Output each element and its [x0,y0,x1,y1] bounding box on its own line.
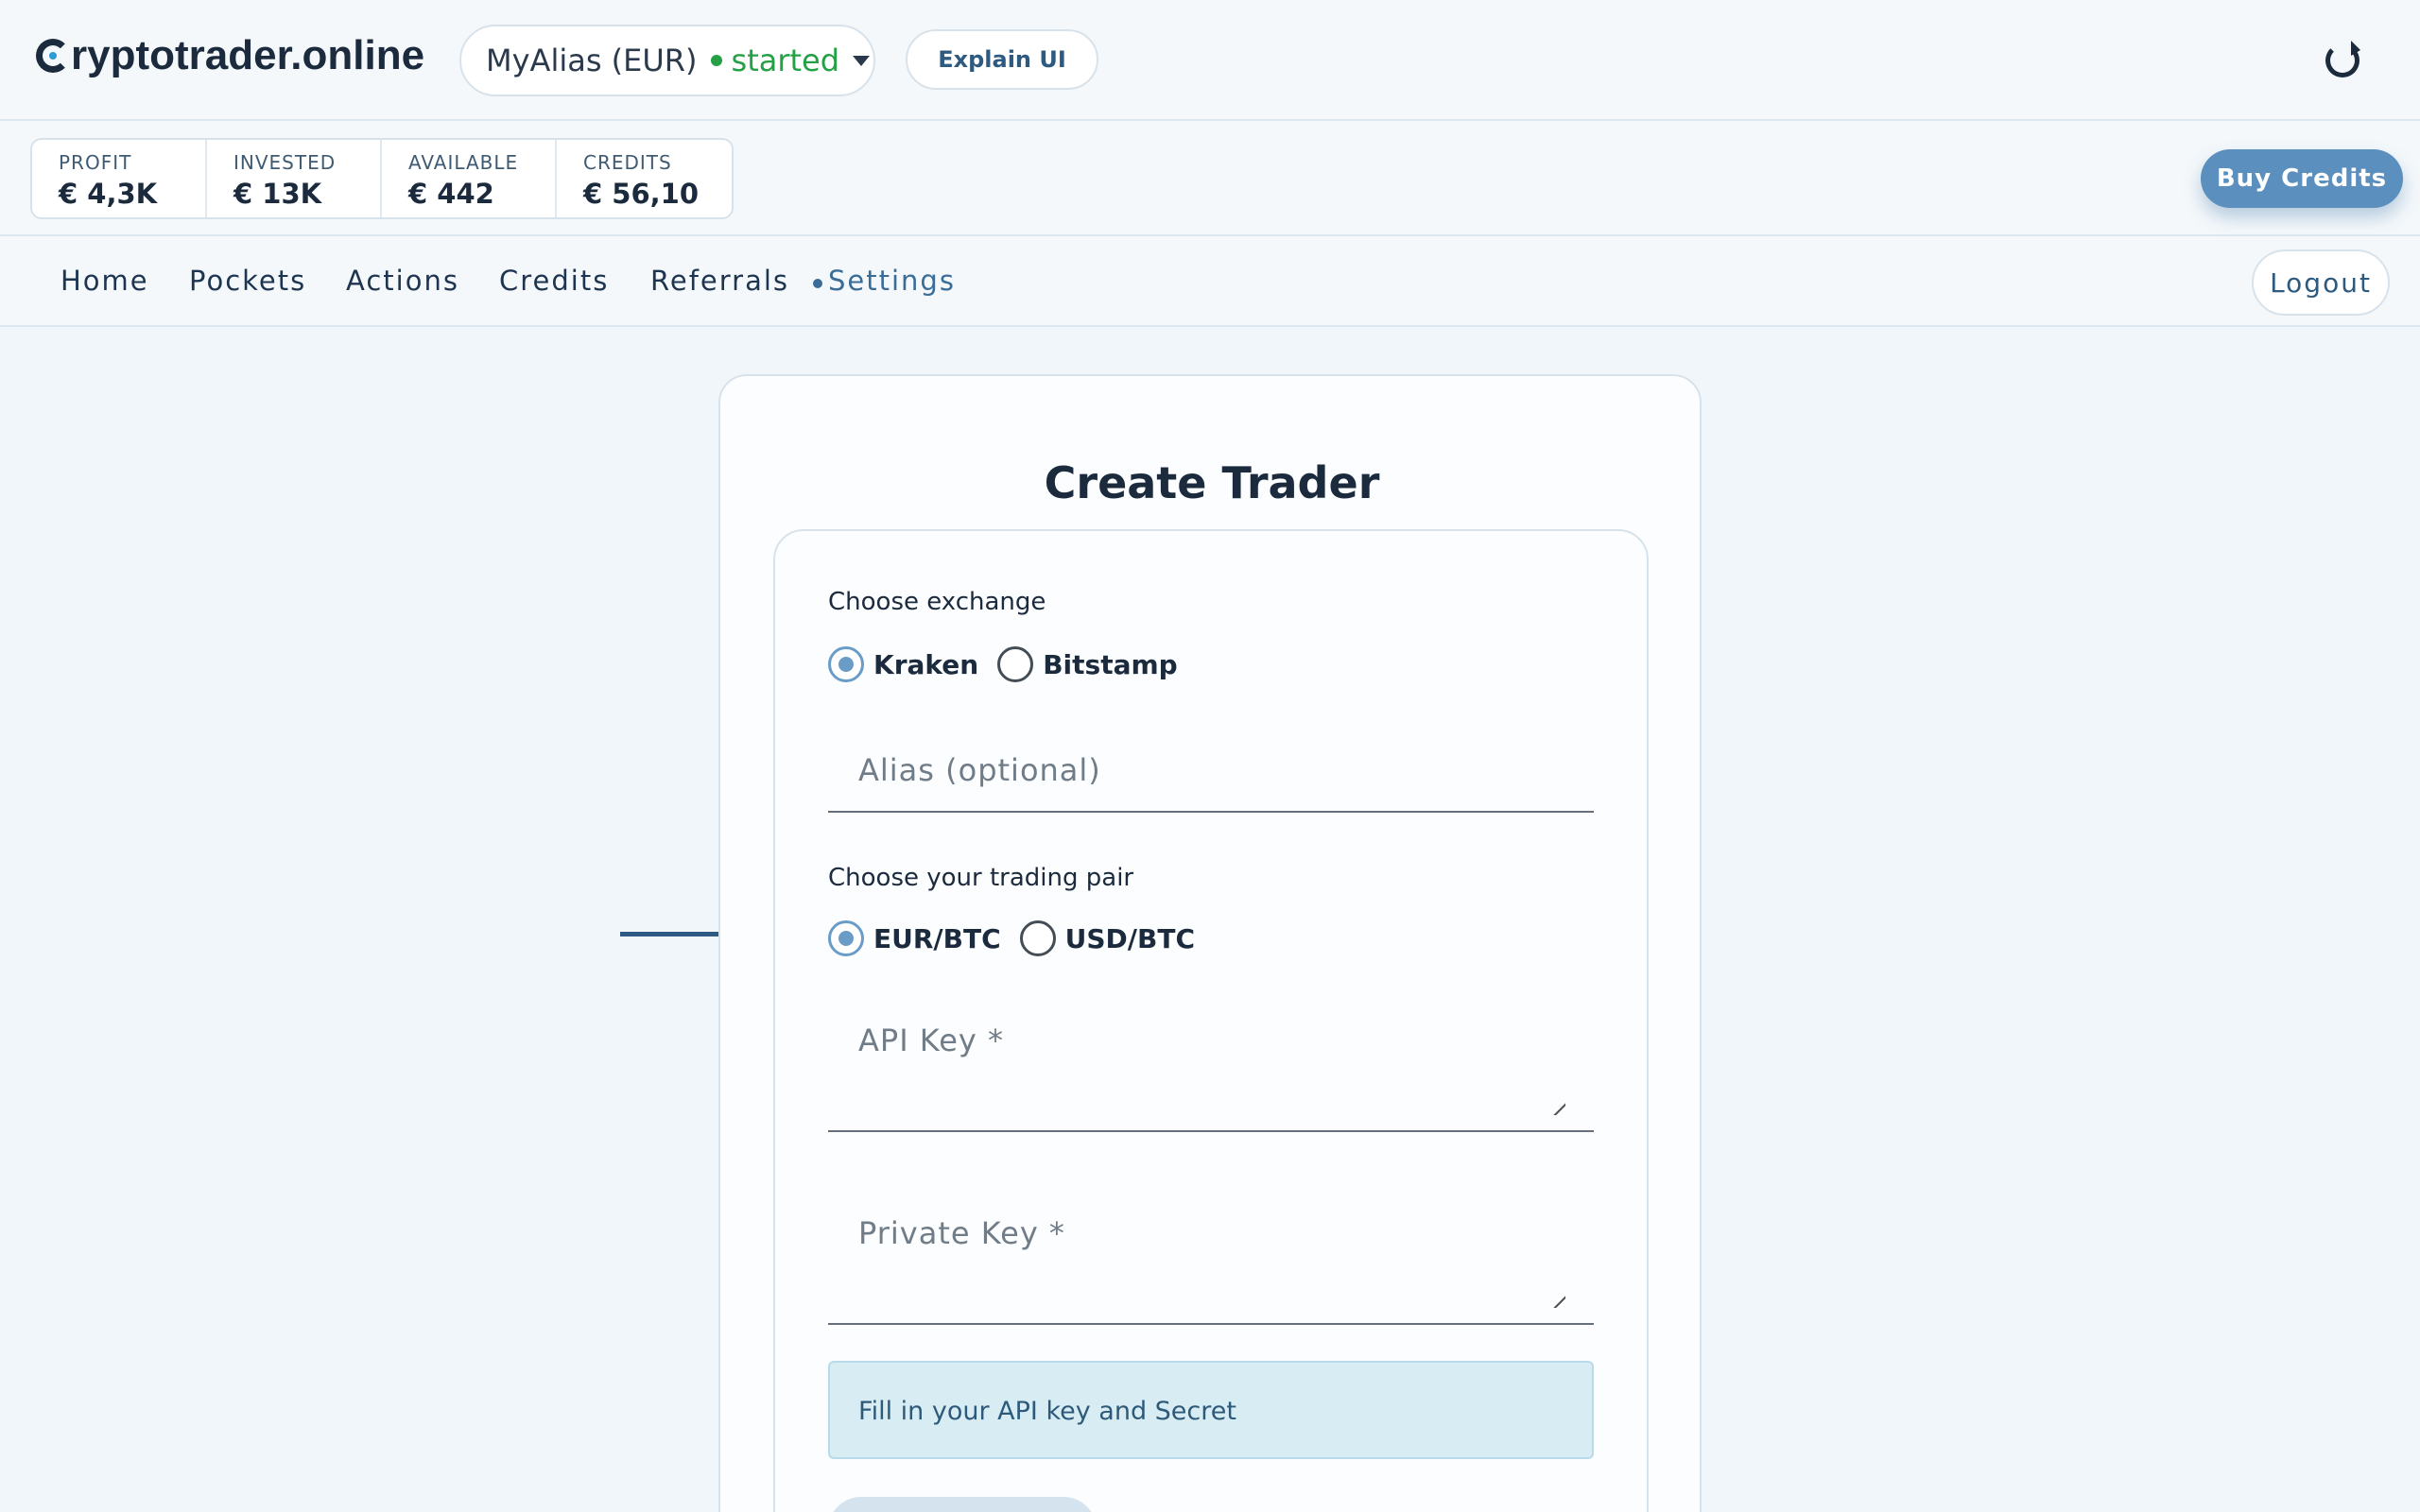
api-key-placeholder: API Key * [858,1022,1004,1058]
nav-item-settings[interactable]: Settings [828,265,956,297]
radio-bitstamp[interactable] [997,646,1034,682]
stat-value: € 4,3K [59,178,158,210]
explain-ui-button[interactable]: Explain UI [906,29,1098,90]
main-nav: Home Pockets Actions Credits Referrals S… [0,236,2420,327]
buy-credits-button[interactable]: Buy Credits [2201,149,2403,208]
active-indicator-icon [813,279,822,288]
radio-kraken[interactable] [828,646,864,682]
stat-label: CREDITS [583,151,672,174]
alias-field[interactable]: Alias (optional) [828,720,1594,813]
radio-label-kraken[interactable]: Kraken [873,649,978,680]
nav-item-actions[interactable]: Actions [346,265,459,297]
create-trader-card: Create Trader Choose exchange Kraken Bit… [718,374,1702,1512]
trader-select-dropdown[interactable]: MyAlias (EUR) started [459,25,875,96]
stat-label: PROFIT [59,151,132,174]
radio-label-eur-btc[interactable]: EUR/BTC [873,923,1001,954]
private-key-field[interactable]: Private Key * [828,1187,1594,1325]
stat-value: € 56,10 [583,178,700,210]
stat-invested: INVESTED € 13K [207,140,382,217]
trader-alias: MyAlias (EUR) [486,43,698,78]
brand-logo[interactable]: ryptotrader.online [36,32,424,79]
info-alert: Fill in your API key and Secret [828,1361,1594,1459]
exchange-label: Choose exchange [828,588,1046,616]
stat-label: INVESTED [233,151,337,174]
top-bar: ryptotrader.online MyAlias (EUR) started… [0,0,2420,121]
resize-handle-icon[interactable] [1552,1295,1565,1308]
create-trader-form: Choose exchange Kraken Bitstamp Alias (o… [773,529,1649,1512]
trader-status: started [731,43,840,78]
trading-pair-radio-group: EUR/BTC USD/BTC [828,920,1214,956]
stat-value: € 13K [233,178,322,210]
submit-button[interactable] [828,1497,1097,1512]
radio-label-bitstamp[interactable]: Bitstamp [1043,649,1178,680]
stat-label: AVAILABLE [408,151,519,174]
chevron-down-icon [853,55,871,66]
status-dot-icon [710,55,722,66]
radio-eur-btc[interactable] [828,920,864,956]
radio-label-usd-btc[interactable]: USD/BTC [1065,923,1195,954]
alias-placeholder: Alias (optional) [858,752,1101,788]
nav-item-referrals[interactable]: Referrals [650,265,789,297]
resize-handle-icon[interactable] [1552,1102,1565,1115]
page-title: Create Trader [1044,457,1380,508]
private-key-placeholder: Private Key * [858,1215,1065,1251]
nav-item-home[interactable]: Home [60,265,149,297]
stats-bar: PROFIT € 4,3K INVESTED € 13K AVAILABLE €… [0,121,2420,236]
brand-text: ryptotrader.online [71,32,425,78]
stat-available: AVAILABLE € 442 [382,140,557,217]
brand-c-icon [36,39,70,73]
logout-button[interactable]: Logout [2252,249,2390,316]
stat-profit: PROFIT € 4,3K [32,140,207,217]
exchange-radio-group: Kraken Bitstamp [828,646,1197,682]
radio-usd-btc[interactable] [1019,920,1056,956]
nav-item-credits[interactable]: Credits [499,265,609,297]
refresh-icon[interactable] [2325,41,2360,77]
trading-pair-label: Choose your trading pair [828,864,1134,892]
stats-summary: PROFIT € 4,3K INVESTED € 13K AVAILABLE €… [30,138,734,219]
stat-credits: CREDITS € 56,10 [557,140,732,217]
nav-item-pockets[interactable]: Pockets [189,265,306,297]
api-key-field[interactable]: API Key * [828,994,1594,1132]
stat-value: € 442 [408,178,494,210]
